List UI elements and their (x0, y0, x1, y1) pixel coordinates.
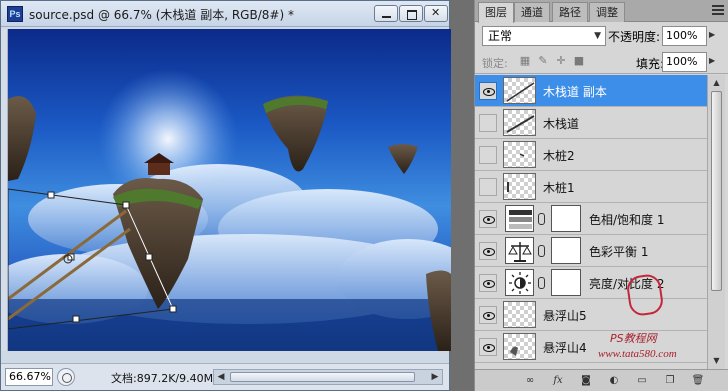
layer-thumbnail (503, 77, 536, 104)
floating-mountain-top (263, 95, 328, 172)
lock-brush-icon[interactable]: ✎ (537, 55, 549, 67)
floating-mountain-small (388, 144, 418, 174)
close-button[interactable] (424, 5, 448, 22)
mask-link-icon[interactable] (538, 245, 545, 257)
image-canvas[interactable] (8, 29, 451, 351)
layer-row[interactable]: 色相/饱和度 1 (475, 203, 707, 235)
visibility-toggle[interactable] (479, 146, 497, 164)
fx-icon[interactable]: fx (551, 374, 565, 388)
tab-paths[interactable]: 路径 (552, 2, 588, 22)
scroll-right-icon[interactable]: ▶ (429, 371, 441, 383)
group-icon[interactable]: ▭ (635, 374, 649, 388)
layers-vertical-scrollbar[interactable]: ▲ ▼ (707, 75, 725, 369)
lock-all-icon[interactable]: ■ (573, 55, 585, 67)
tab-channels[interactable]: 通道 (514, 2, 550, 22)
opacity-label: 不透明度: (608, 30, 661, 44)
layer-thumbnail (503, 141, 536, 168)
mask-link-icon[interactable] (538, 213, 545, 225)
layer-thumbnail (503, 301, 536, 328)
tab-adjustments[interactable]: 调整 (589, 2, 625, 22)
layer-row[interactable]: 木栈道 (475, 107, 707, 139)
watermark-url: www.tata580.com (598, 348, 677, 360)
visibility-eye-icon[interactable] (479, 82, 497, 100)
fill-label: 填充: (636, 57, 665, 71)
layer-name: 木桩2 (543, 149, 575, 163)
scroll-up-icon[interactable]: ▲ (710, 77, 723, 89)
adjustment-icon[interactable]: ◐ (607, 374, 621, 388)
visibility-eye-icon[interactable] (479, 274, 497, 292)
layers-list: 木栈道 副本 木栈道 木桩2 木桩1 色相/饱和度 1 色彩平衡 1 亮度/对比… (475, 75, 707, 369)
layers-panel: 图层 通道 路径 调整 正常 ▼ 不透明度: 100% ▶ 锁定: ▦ ✎ ✛ … (474, 0, 728, 391)
panel-menu-icon[interactable] (712, 5, 724, 15)
layer-row[interactable]: 亮度/对比度 2 (475, 267, 707, 299)
document-titlebar[interactable]: Ps source.psd @ 66.7% (木栈道 副本, RGB/8#) * (1, 1, 449, 27)
mask-link-icon[interactable] (538, 277, 545, 289)
visibility-toggle[interactable] (479, 178, 497, 196)
scroll-left-icon[interactable]: ◀ (215, 371, 227, 383)
new-layer-icon[interactable]: ❐ (663, 374, 677, 388)
scroll-down-icon[interactable]: ▼ (710, 355, 723, 367)
layers-panel-footer: ∞ fx ◙ ◐ ▭ ❐ 🗑 (475, 369, 728, 391)
layer-thumbnail (503, 173, 536, 200)
visibility-toggle[interactable] (479, 114, 497, 132)
scrollbar-thumb[interactable] (230, 372, 415, 382)
hue-saturation-icon (505, 205, 534, 232)
layer-row[interactable]: 色彩平衡 1 (475, 235, 707, 267)
fill-field[interactable]: 100% (662, 52, 707, 72)
horizontal-scrollbar[interactable]: ◀ ▶ (213, 369, 443, 385)
blend-mode-select[interactable]: 正常 ▼ (482, 26, 606, 46)
lock-row: 锁定: ▦ ✎ ✛ ■ 填充: 100% ▶ (475, 50, 728, 74)
layer-name: 色彩平衡 1 (589, 245, 649, 259)
maximize-button[interactable] (399, 5, 423, 22)
canvas-artwork (8, 69, 451, 351)
opacity-dropdown-icon[interactable]: ▶ (709, 30, 715, 39)
document-window: Ps source.psd @ 66.7% (木栈道 副本, RGB/8#) * (0, 0, 451, 391)
blend-mode-value: 正常 (488, 29, 513, 43)
layer-row[interactable]: 木桩1 (475, 171, 707, 203)
visibility-eye-icon[interactable] (479, 338, 497, 356)
zoom-field[interactable]: 66.67% (5, 368, 53, 386)
canvas-left-strip (1, 29, 8, 351)
minimize-button[interactable] (374, 5, 398, 22)
color-balance-icon (505, 237, 534, 264)
document-size-info: 文档:897.2K/9.40M (111, 372, 214, 385)
fill-dropdown-icon[interactable]: ▶ (709, 56, 715, 65)
layer-name: 色相/饱和度 1 (589, 213, 665, 227)
document-status-bar: 66.67% 文档:897.2K/9.40M ◀ ▶ (1, 363, 449, 390)
lock-label: 锁定: (482, 57, 508, 70)
layer-row[interactable]: 悬浮山5 (475, 299, 707, 331)
visibility-eye-icon[interactable] (479, 242, 497, 260)
link-layers-icon[interactable]: ∞ (523, 374, 537, 388)
layer-name: 悬浮山4 (543, 341, 587, 355)
add-mask-icon[interactable]: ◙ (579, 374, 593, 388)
floating-mountain-left (8, 96, 36, 181)
watermark-site: PS教程网 (610, 332, 657, 345)
lock-position-icon[interactable]: ✛ (555, 55, 567, 67)
chevron-down-icon: ▼ (594, 31, 601, 41)
opacity-field[interactable]: 100% (662, 26, 707, 46)
layer-row[interactable]: 木桩2 (475, 139, 707, 171)
tab-layers[interactable]: 图层 (478, 2, 514, 23)
scrollbar-thumb[interactable] (711, 91, 722, 291)
layer-name: 木栈道 副本 (543, 85, 607, 99)
lock-transparency-icon[interactable]: ▦ (519, 55, 531, 67)
visibility-eye-icon[interactable] (479, 210, 497, 228)
layer-mask-thumbnail[interactable] (551, 269, 581, 296)
visibility-eye-icon[interactable] (479, 306, 497, 324)
brightness-contrast-icon (505, 269, 534, 296)
layer-thumbnail (503, 333, 536, 360)
layer-name: 木栈道 (543, 117, 580, 131)
panel-tabs: 图层 通道 路径 调整 (475, 0, 728, 23)
photoshop-app-icon: Ps (7, 6, 23, 22)
layer-mask-thumbnail[interactable] (551, 205, 581, 232)
layer-name: 悬浮山5 (543, 309, 587, 323)
status-menu-icon[interactable] (57, 368, 75, 386)
layer-thumbnail (503, 109, 536, 136)
layer-row[interactable]: 木栈道 副本 (475, 75, 707, 107)
trash-icon[interactable]: 🗑 (691, 374, 705, 388)
document-title: source.psd @ 66.7% (木栈道 副本, RGB/8#) * (29, 8, 294, 22)
layer-mask-thumbnail[interactable] (551, 237, 581, 264)
layer-name: 木桩1 (543, 181, 575, 195)
